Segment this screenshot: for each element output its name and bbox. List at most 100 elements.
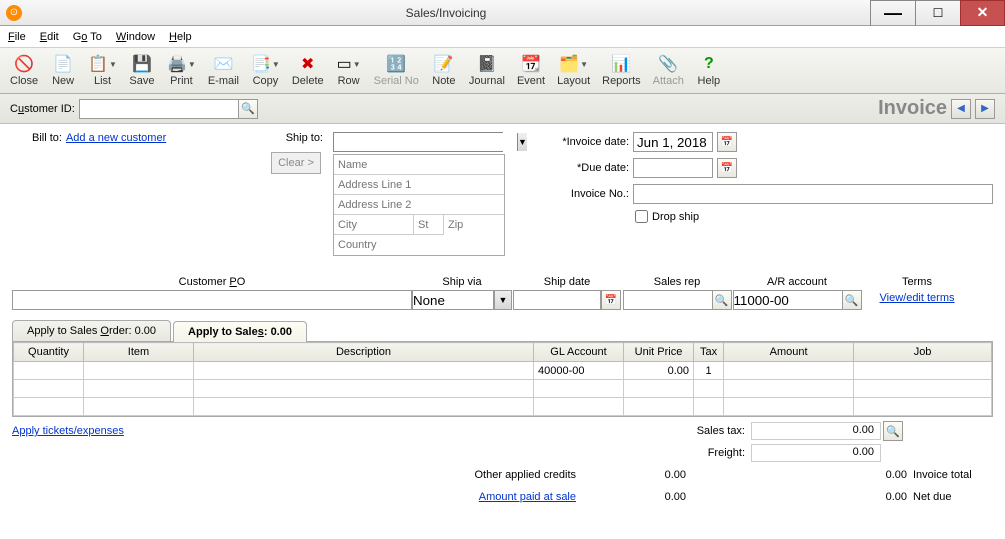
main-panel: Bill to: Add a new customer Ship to: Cle… bbox=[0, 124, 1005, 517]
new-button[interactable]: 📄New bbox=[46, 52, 80, 89]
ship-via-dropdown-button[interactable]: ▼ bbox=[494, 290, 512, 310]
amount-paid-link[interactable]: Amount paid at sale bbox=[432, 491, 582, 503]
delete-icon: ✖ bbox=[301, 54, 314, 74]
col-amount[interactable]: Amount bbox=[724, 343, 854, 362]
chevron-down-icon: ▼ bbox=[580, 60, 588, 69]
ar-account-label: A/R account bbox=[767, 276, 827, 288]
note-button[interactable]: 📝Note bbox=[427, 52, 461, 89]
amount-paid-value: 0.00 bbox=[582, 491, 692, 503]
col-unit-price[interactable]: Unit Price bbox=[624, 343, 694, 362]
reports-button[interactable]: 📊Reports bbox=[598, 52, 645, 89]
next-record-button[interactable]: ▶ bbox=[975, 99, 995, 119]
invoice-date-calendar-button[interactable]: 📅 bbox=[717, 132, 737, 152]
ship-to-dropdown-button[interactable]: ▼ bbox=[517, 133, 527, 151]
shipto-state-input[interactable] bbox=[414, 215, 444, 235]
serial-no-button: 🔢Serial No bbox=[370, 52, 423, 89]
col-description[interactable]: Description bbox=[194, 343, 534, 362]
cell-quantity[interactable] bbox=[14, 362, 84, 380]
email-icon: ✉️ bbox=[213, 54, 233, 74]
ar-account-input[interactable] bbox=[733, 290, 843, 310]
print-icon: 🖨️ bbox=[167, 54, 187, 74]
ship-to-input[interactable] bbox=[334, 133, 517, 151]
cell-description[interactable] bbox=[194, 362, 534, 380]
sales-rep-lookup-button[interactable]: 🔍 bbox=[712, 290, 732, 310]
col-tax[interactable]: Tax bbox=[694, 343, 724, 362]
shipto-name-input[interactable] bbox=[334, 155, 504, 175]
shipto-addr2-input[interactable] bbox=[334, 195, 504, 215]
invoice-no-input[interactable] bbox=[633, 184, 993, 204]
copy-button[interactable]: 📑▼Copy bbox=[247, 52, 284, 89]
menu-goto[interactable]: Go To bbox=[73, 31, 102, 43]
line-items-grid: Quantity Item Description GL Account Uni… bbox=[12, 341, 993, 417]
terms-label: Terms bbox=[902, 276, 932, 288]
shipto-addr1-input[interactable] bbox=[334, 175, 504, 195]
menu-file[interactable]: File bbox=[8, 31, 26, 43]
clear-shipto-button[interactable]: Clear > bbox=[271, 152, 321, 174]
ship-via-input[interactable] bbox=[412, 290, 494, 310]
table-row[interactable] bbox=[14, 398, 992, 416]
minimize-button[interactable]: — bbox=[870, 0, 915, 26]
due-date-label: *Due date: bbox=[545, 162, 629, 174]
sales-rep-input[interactable] bbox=[623, 290, 713, 310]
ship-to-label: Ship to: bbox=[286, 132, 323, 144]
drop-ship-checkbox[interactable] bbox=[635, 210, 648, 223]
menu-edit[interactable]: Edit bbox=[40, 31, 59, 43]
delete-button[interactable]: ✖Delete bbox=[288, 52, 328, 89]
row-icon: ▭ bbox=[337, 54, 352, 74]
apply-tickets-link[interactable]: Apply tickets/expenses bbox=[12, 425, 212, 437]
prev-record-button[interactable]: ◀ bbox=[951, 99, 971, 119]
list-button[interactable]: 📋▼List bbox=[84, 52, 121, 89]
customer-id-label: Customer ID: bbox=[10, 103, 75, 115]
tab-apply-sales-order[interactable]: Apply to Sales Order: 0.00 bbox=[12, 320, 171, 341]
ship-date-calendar-button[interactable]: 📅 bbox=[601, 290, 621, 310]
chevron-down-icon: ▼ bbox=[188, 60, 196, 69]
menu-window[interactable]: Window bbox=[116, 31, 155, 43]
col-gl-account[interactable]: GL Account bbox=[534, 343, 624, 362]
event-button[interactable]: 📆Event bbox=[513, 52, 549, 89]
cell-amount[interactable] bbox=[724, 362, 854, 380]
cell-item[interactable] bbox=[84, 362, 194, 380]
tab-apply-sales[interactable]: Apply to Sales: 0.00 bbox=[173, 321, 307, 342]
cell-gl[interactable]: 40000-00 bbox=[534, 362, 624, 380]
view-edit-terms-link[interactable]: View/edit terms bbox=[880, 292, 955, 304]
menu-help[interactable]: Help bbox=[169, 31, 192, 43]
shipto-city-input[interactable] bbox=[334, 215, 414, 235]
shipto-country-input[interactable] bbox=[334, 235, 504, 255]
journal-button[interactable]: 📓Journal bbox=[465, 52, 509, 89]
cell-tax[interactable]: 1 bbox=[694, 362, 724, 380]
customer-po-input[interactable] bbox=[12, 290, 412, 310]
ship-to-select[interactable]: ▼ bbox=[333, 132, 503, 152]
freight-value[interactable]: 0.00 bbox=[751, 444, 881, 462]
col-item[interactable]: Item bbox=[84, 343, 194, 362]
due-date-calendar-button[interactable]: 📅 bbox=[717, 158, 737, 178]
table-row[interactable] bbox=[14, 380, 992, 398]
add-customer-link[interactable]: Add a new customer bbox=[66, 132, 166, 144]
customer-id-input[interactable] bbox=[79, 99, 239, 119]
save-icon: 💾 bbox=[132, 54, 152, 74]
close-window-button[interactable]: ✕ bbox=[960, 0, 1005, 26]
search-icon: 🔍 bbox=[241, 102, 255, 115]
layout-button[interactable]: 🗂️▼Layout bbox=[553, 52, 594, 89]
due-date-input[interactable] bbox=[633, 158, 713, 178]
invoice-date-input[interactable] bbox=[633, 132, 713, 152]
sales-tax-value: 0.00 bbox=[751, 422, 881, 440]
cell-job[interactable] bbox=[854, 362, 992, 380]
col-quantity[interactable]: Quantity bbox=[14, 343, 84, 362]
help-button[interactable]: ?Help bbox=[692, 52, 726, 89]
email-button[interactable]: ✉️E-mail bbox=[204, 52, 243, 89]
row-button[interactable]: ▭▼Row bbox=[332, 52, 366, 89]
cell-unit-price[interactable]: 0.00 bbox=[624, 362, 694, 380]
invoice-total-label: Invoice total bbox=[913, 469, 993, 481]
print-button[interactable]: 🖨️▼Print bbox=[163, 52, 200, 89]
ship-date-input[interactable] bbox=[513, 290, 601, 310]
sales-tax-lookup-button[interactable]: 🔍 bbox=[883, 421, 903, 441]
shipto-zip-input[interactable] bbox=[444, 215, 504, 235]
customer-id-lookup-button[interactable]: 🔍 bbox=[238, 99, 258, 119]
sales-rep-label: Sales rep bbox=[654, 276, 700, 288]
ar-account-lookup-button[interactable]: 🔍 bbox=[842, 290, 862, 310]
table-row[interactable]: 40000-00 0.00 1 bbox=[14, 362, 992, 380]
col-job[interactable]: Job bbox=[854, 343, 992, 362]
maximize-button[interactable]: ☐ bbox=[915, 0, 960, 26]
save-button[interactable]: 💾Save bbox=[125, 52, 159, 89]
close-button[interactable]: 🚫Close bbox=[6, 52, 42, 89]
